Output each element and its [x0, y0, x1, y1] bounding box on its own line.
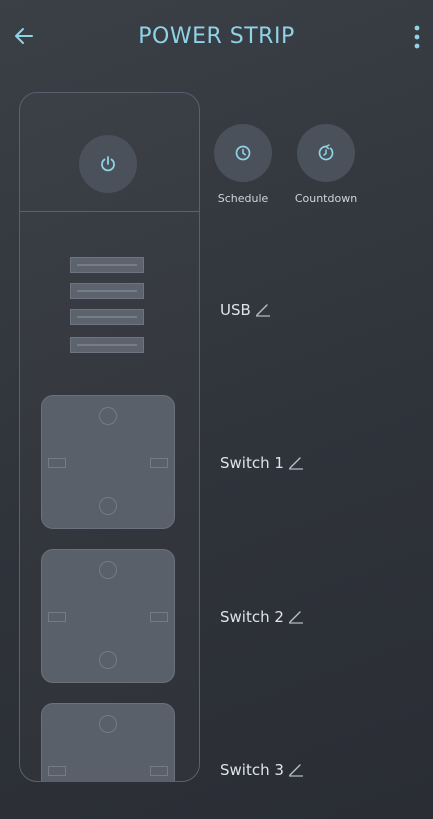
master-power-button[interactable] — [79, 135, 137, 193]
outlet-label-switch-3[interactable]: Switch 3 — [220, 761, 304, 779]
countdown-label: Countdown — [294, 192, 358, 205]
countdown-button[interactable] — [297, 124, 355, 182]
socket-switch-1[interactable] — [41, 395, 175, 529]
outlet-label-usb[interactable]: USB — [220, 301, 271, 319]
power-strip-body — [19, 92, 200, 782]
pencil-icon[interactable] — [288, 610, 304, 624]
socket-slot — [150, 766, 168, 776]
socket-slot — [150, 458, 168, 468]
usb-port — [70, 257, 144, 273]
socket-hole — [99, 561, 117, 579]
socket-hole — [99, 715, 117, 733]
strip-divider — [20, 211, 199, 212]
socket-slot — [48, 766, 66, 776]
socket-switch-2[interactable] — [41, 549, 175, 683]
pencil-icon[interactable] — [255, 303, 271, 317]
outlet-name: Switch 1 — [220, 454, 284, 472]
outlet-name: USB — [220, 301, 251, 319]
socket-slot — [48, 612, 66, 622]
socket-hole — [99, 497, 117, 515]
socket-hole — [99, 651, 117, 669]
power-strip-screen: POWER STRIP Schedule Countdown USB Switc… — [0, 0, 433, 819]
socket-slot — [48, 458, 66, 468]
schedule-button[interactable] — [214, 124, 272, 182]
more-vertical-icon — [414, 25, 420, 49]
pencil-icon[interactable] — [288, 763, 304, 777]
outlet-name: Switch 2 — [220, 608, 284, 626]
pencil-icon[interactable] — [288, 456, 304, 470]
timer-icon — [318, 144, 334, 161]
page-title: POWER STRIP — [138, 24, 295, 49]
more-menu-button[interactable] — [407, 22, 427, 52]
usb-port — [70, 283, 144, 299]
socket-switch-3[interactable] — [41, 703, 175, 781]
header: POWER STRIP — [0, 0, 433, 80]
socket-hole — [99, 407, 117, 425]
schedule-label: Schedule — [217, 192, 269, 205]
outlet-name: Switch 3 — [220, 761, 284, 779]
socket-slot — [150, 612, 168, 622]
clock-icon — [235, 145, 251, 161]
usb-port — [70, 309, 144, 325]
outlet-label-switch-1[interactable]: Switch 1 — [220, 454, 304, 472]
outlet-label-switch-2[interactable]: Switch 2 — [220, 608, 304, 626]
usb-port — [70, 337, 144, 353]
power-icon — [101, 156, 115, 172]
